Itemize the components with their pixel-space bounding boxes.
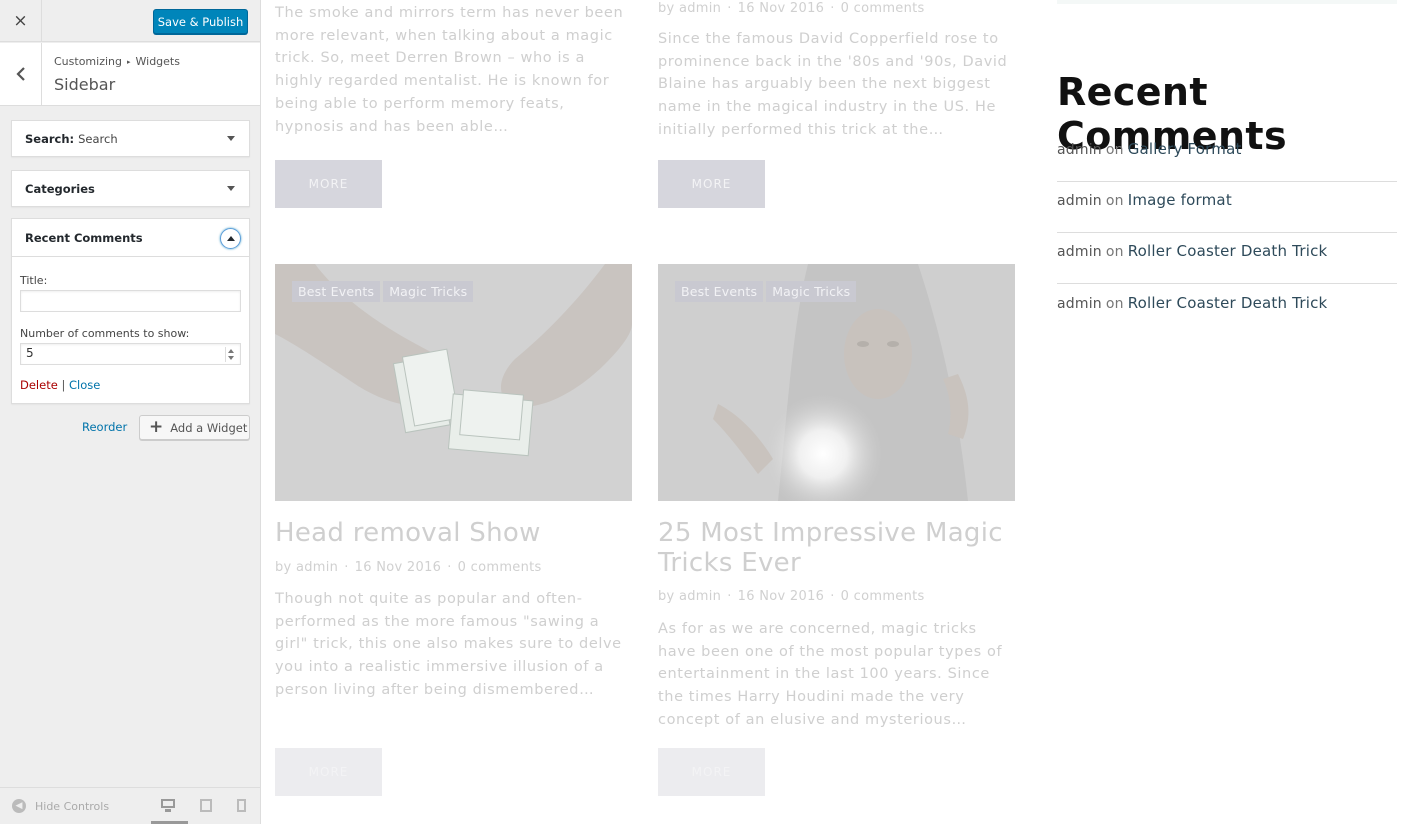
tag-link[interactable]: Magic Tricks (383, 281, 474, 302)
breadcrumb-root: Customizing (54, 55, 122, 68)
list-item: admin on Roller Coaster Death Trick (1057, 284, 1397, 336)
meta-by: by (658, 1, 675, 16)
list-item: admin on Roller Coaster Death Trick (1057, 232, 1397, 284)
widget-name: Categories (25, 182, 95, 196)
meta-date[interactable]: 16 Nov 2016 (738, 589, 825, 604)
back-icon[interactable] (0, 43, 42, 105)
title-label: Title: (20, 274, 48, 287)
meta-date[interactable]: 16 Nov 2016 (355, 560, 442, 575)
hide-controls-label: Hide Controls (35, 799, 110, 813)
list-item: admin on Image format (1057, 181, 1397, 233)
comment-post-link[interactable]: Roller Coaster Death Trick (1128, 294, 1328, 312)
more-button[interactable]: MORE (275, 748, 382, 796)
post-excerpt: As for as we are concerned, magic tricks… (658, 621, 1003, 728)
widget-recent-comments-header[interactable]: Recent Comments (12, 219, 249, 257)
meta-comments[interactable]: 0 comments (841, 1, 925, 16)
widget-categories-header[interactable]: Categories (12, 171, 249, 207)
widget-subtitle: Search (78, 132, 118, 146)
post-meta: by admin · 16 Nov 2016 · 0 comments (658, 1, 925, 16)
list-item: admin on Gallery Format (1057, 130, 1397, 182)
comment-author: admin (1057, 244, 1102, 260)
widget-divider (1057, 0, 1397, 4)
count-value: 5 (26, 346, 34, 360)
meta-comments[interactable]: 0 comments (841, 589, 925, 604)
meta-comments[interactable]: 0 comments (458, 560, 542, 575)
widget-actions: Delete | Close (20, 378, 100, 392)
tablet-icon[interactable] (200, 798, 214, 813)
close-icon[interactable]: × (0, 0, 42, 42)
post-excerpt: Since the famous David Copperfield rose … (658, 31, 1008, 138)
close-link[interactable]: Close (69, 378, 100, 392)
collapse-circle-icon: ◀ (12, 799, 26, 813)
widget-name: Recent Comments (25, 230, 143, 245)
magician-sparkles-image[interactable]: Best Events Magic Tricks (658, 264, 1015, 501)
post-excerpt: Though not quite as popular and often-pe… (275, 591, 622, 698)
tag-link[interactable]: Best Events (675, 281, 764, 302)
reorder-link[interactable]: Reorder (82, 420, 127, 434)
comment-post-link[interactable]: Roller Coaster Death Trick (1128, 242, 1328, 260)
count-label: Number of comments to show: (20, 327, 190, 340)
title-input[interactable] (20, 290, 241, 312)
post-title[interactable]: 25 Most Impressive Magic Tricks Ever (658, 518, 1015, 578)
widget-categories[interactable]: Categories (11, 170, 250, 207)
customizer-footer: ◀ Hide Controls (0, 787, 260, 824)
on-word: on (1105, 296, 1124, 312)
count-stepper[interactable]: 5 (20, 343, 241, 365)
widget-name: Search: (25, 132, 75, 146)
post-excerpt: The smoke and mirrors term has never bee… (275, 5, 624, 135)
post-meta: by admin · 16 Nov 2016 · 0 comments (275, 560, 542, 575)
meta-by: by (275, 560, 292, 575)
post-tags: Best Events Magic Tricks (292, 281, 474, 302)
widget-recent-comments: Recent Comments Title: Number of comment… (11, 218, 250, 404)
cards-hands-image[interactable]: Best Events Magic Tricks (275, 264, 632, 501)
expand-arrow-icon[interactable] (227, 186, 235, 191)
meta-author[interactable]: admin (679, 589, 721, 604)
widget-search-header[interactable]: Search: Search (12, 121, 249, 157)
widget-search[interactable]: Search: Search (11, 120, 250, 157)
delete-link[interactable]: Delete (20, 378, 58, 392)
plus-icon: + (149, 417, 164, 437)
site-preview: The smoke and mirrors term has never bee… (261, 0, 1411, 824)
breadcrumb-separator: ▸ (126, 58, 131, 66)
meta-author[interactable]: admin (296, 560, 338, 575)
add-widget-button[interactable]: + Add a Widget (139, 415, 250, 440)
expand-arrow-icon[interactable] (227, 136, 235, 141)
section-title: Sidebar (54, 75, 116, 94)
post-title[interactable]: Head removal Show (275, 518, 632, 548)
on-word: on (1105, 193, 1124, 209)
meta-by: by (658, 589, 675, 604)
customizer-panel: × Save & Publish Customizing ▸ Widgets Sid… (0, 0, 261, 824)
post-card: by admin · 16 Nov 2016 · 0 comments Since th… (658, 1, 1015, 142)
post-meta: by admin · 16 Nov 2016 · 0 comments (658, 589, 925, 604)
more-button[interactable]: MORE (275, 160, 382, 208)
on-word: on (1105, 142, 1124, 158)
hide-controls-button[interactable]: ◀ Hide Controls (12, 799, 109, 813)
meta-author[interactable]: admin (679, 1, 721, 16)
section-header: Customizing ▸ Widgets Sidebar (0, 43, 260, 106)
post-card: The smoke and mirrors term has never bee… (275, 2, 632, 138)
tag-link[interactable]: Magic Tricks (766, 281, 857, 302)
on-word: on (1105, 244, 1124, 260)
comment-author: admin (1057, 296, 1102, 312)
comment-author: admin (1057, 142, 1102, 158)
post-tags: Best Events Magic Tricks (675, 281, 857, 302)
meta-date[interactable]: 16 Nov 2016 (738, 1, 825, 16)
save-publish-button[interactable]: Save & Publish (153, 9, 248, 34)
mobile-icon[interactable] (237, 798, 251, 813)
more-button[interactable]: MORE (658, 748, 765, 796)
add-widget-label: Add a Widget (170, 420, 248, 435)
collapse-arrow-icon[interactable] (220, 228, 241, 249)
tag-link[interactable]: Best Events (292, 281, 381, 302)
stepper-arrows-icon[interactable] (225, 347, 236, 362)
breadcrumb: Customizing ▸ Widgets (54, 55, 180, 68)
more-button[interactable]: MORE (658, 160, 765, 208)
desktop-icon[interactable] (161, 798, 175, 813)
customizer-header: × Save & Publish (0, 0, 260, 42)
breadcrumb-section: Widgets (135, 55, 180, 68)
comment-post-link[interactable]: Gallery Format (1128, 140, 1242, 158)
comment-author: admin (1057, 193, 1102, 209)
comment-post-link[interactable]: Image format (1128, 191, 1232, 209)
actions-separator: | (61, 378, 66, 392)
